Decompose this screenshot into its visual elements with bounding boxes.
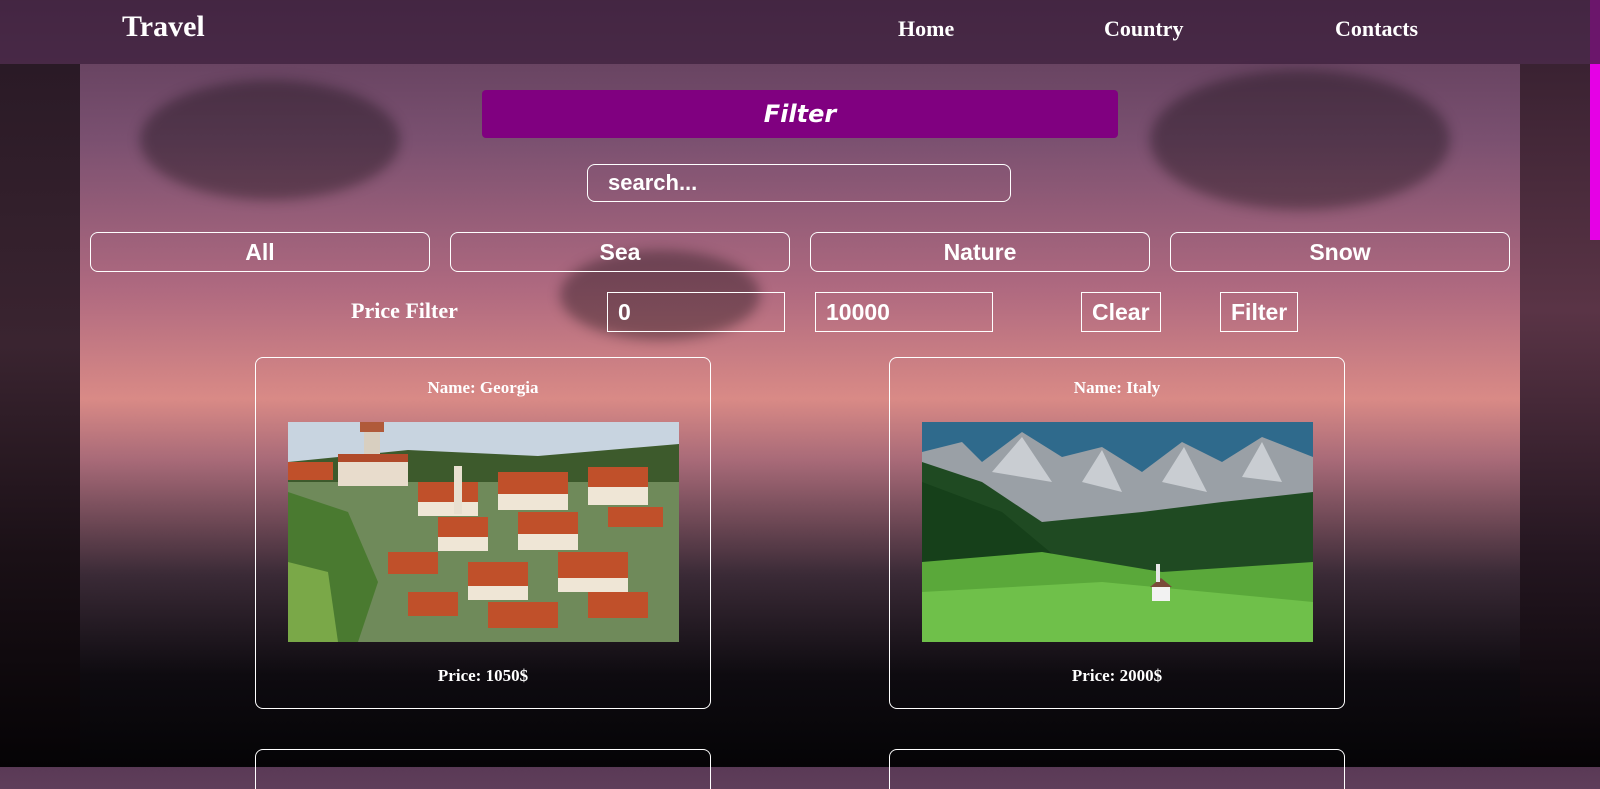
category-snow-button[interactable]: Snow [1170,232,1510,272]
background-left-edge [0,64,80,767]
clear-button[interactable]: Clear [1081,292,1161,332]
palm-silhouette [140,80,400,200]
georgia-town-image [288,422,679,642]
card-price: Price: 2000$ [1071,666,1163,685]
filter-button[interactable]: Filter [1220,292,1299,332]
destination-card-georgia[interactable]: Name: Georgia Price: 1050$ [255,357,711,709]
price-filter-label: Price Filter [351,298,458,323]
card-price: Price: 1050$ [437,666,529,685]
search-input[interactable] [587,164,1011,202]
nav-home[interactable]: Home [898,16,954,42]
nav-contacts[interactable]: Contacts [1335,16,1418,42]
italy-mountains-image [922,422,1313,642]
palm-silhouette [1150,70,1450,210]
destination-card-partial[interactable] [889,749,1345,789]
category-nature-button[interactable]: Nature [810,232,1150,272]
filter-header: Filter [482,90,1118,138]
top-navbar: Travel Home Country Contacts [0,0,1600,64]
destination-card-italy[interactable]: Name: Italy Price: 2000$ [889,357,1345,709]
nav-country[interactable]: Country [1104,16,1183,42]
card-name: Name: Georgia [427,378,539,397]
card-name: Name: Italy [1073,378,1161,397]
background-right-edge [1520,64,1600,767]
max-price-input[interactable] [815,292,993,332]
destination-card-partial[interactable] [255,749,711,789]
min-price-input[interactable] [607,292,785,332]
category-all-button[interactable]: All [90,232,430,272]
category-sea-button[interactable]: Sea [450,232,790,272]
site-logo[interactable]: Travel [122,10,205,44]
